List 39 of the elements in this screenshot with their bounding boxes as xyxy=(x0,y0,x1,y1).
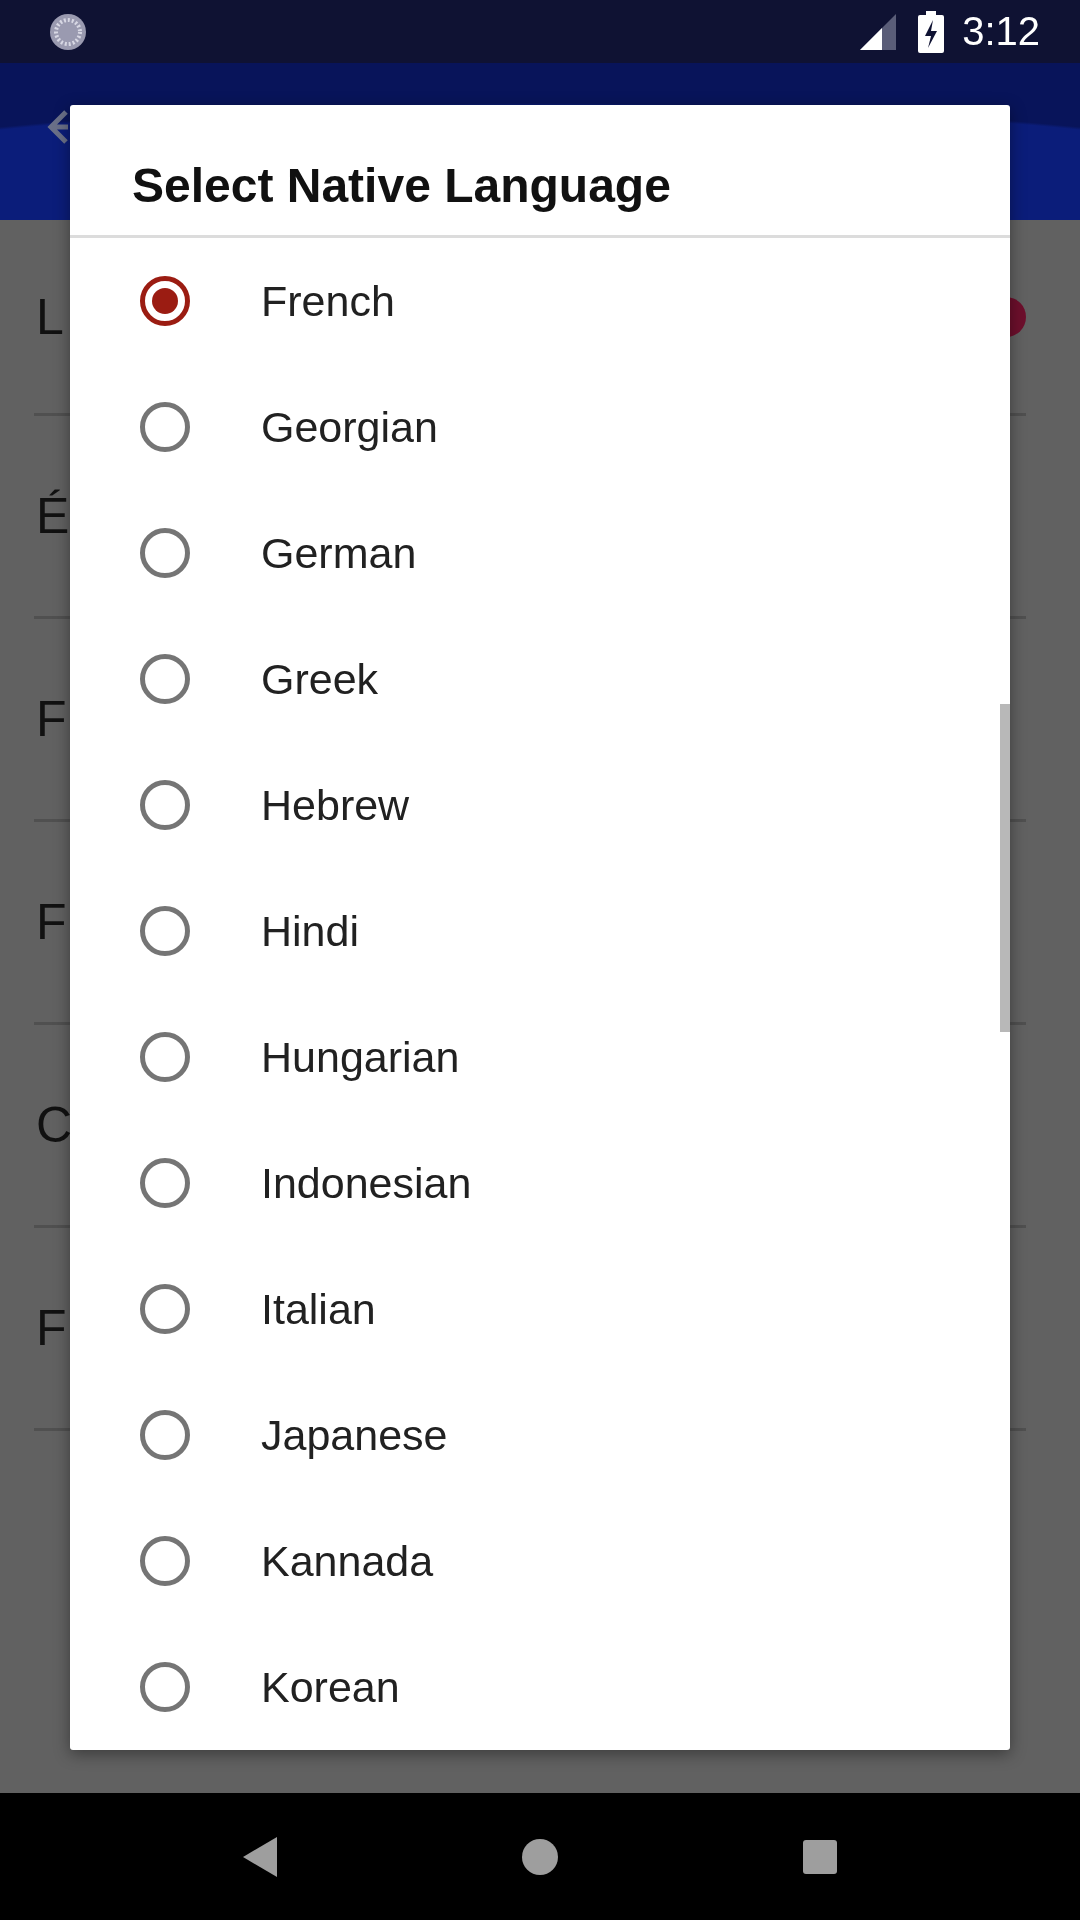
language-option[interactable]: Hebrew xyxy=(70,742,998,868)
language-option[interactable]: French xyxy=(70,238,998,364)
radio-button[interactable] xyxy=(140,276,190,326)
battery-charging-icon xyxy=(918,10,945,53)
setting-label: É xyxy=(35,487,70,545)
radio-button[interactable] xyxy=(140,1536,190,1586)
signal-icon xyxy=(860,13,897,50)
radio-button[interactable] xyxy=(140,1410,190,1460)
radio-button[interactable] xyxy=(140,906,190,956)
language-option[interactable]: Georgian xyxy=(70,364,998,490)
setting-label: F xyxy=(35,1299,67,1357)
radio-button[interactable] xyxy=(140,1662,190,1712)
language-option[interactable]: Japanese xyxy=(70,1372,998,1498)
language-option[interactable]: Indonesian xyxy=(70,1120,998,1246)
radio-button[interactable] xyxy=(140,1158,190,1208)
back-icon[interactable] xyxy=(242,1836,277,1877)
setting-label: L xyxy=(35,287,64,346)
dialog-title: Select Native Language xyxy=(132,157,671,213)
setting-label: F xyxy=(35,893,67,951)
radio-button[interactable] xyxy=(140,780,190,830)
sync-icon xyxy=(48,11,88,52)
radio-button[interactable] xyxy=(140,654,190,704)
language-option[interactable]: Kannada xyxy=(70,1498,998,1624)
setting-label: F xyxy=(35,690,67,748)
language-option[interactable]: Hindi xyxy=(70,868,998,994)
language-option[interactable]: Greek xyxy=(70,616,998,742)
radio-button[interactable] xyxy=(140,402,190,452)
language-option[interactable]: Italian xyxy=(70,1246,998,1372)
radio-button[interactable] xyxy=(140,1284,190,1334)
clock-time: 3:12 xyxy=(962,9,1040,54)
back-arrow-icon[interactable] xyxy=(46,108,68,145)
recents-icon[interactable] xyxy=(803,1839,838,1874)
setting-label: C xyxy=(35,1096,73,1154)
radio-button[interactable] xyxy=(140,528,190,578)
language-option[interactable]: German xyxy=(70,490,998,616)
home-icon[interactable] xyxy=(522,1838,558,1875)
radio-button[interactable] xyxy=(140,1032,190,1082)
language-option[interactable]: Hungarian xyxy=(70,994,998,1120)
language-option[interactable]: Korean xyxy=(70,1624,998,1750)
